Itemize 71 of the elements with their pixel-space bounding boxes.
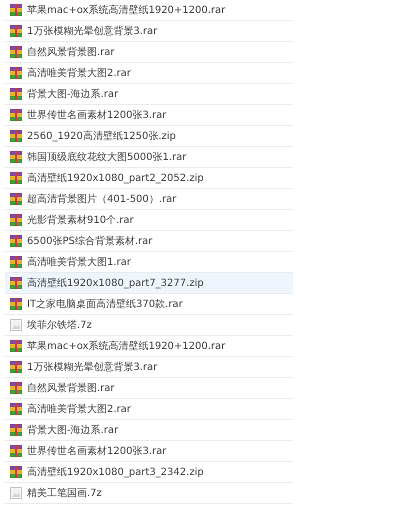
archive-icon (10, 424, 22, 436)
archive-icon (10, 277, 22, 289)
file-row[interactable]: 世界传世名画素材1200张3.rar (5, 441, 293, 462)
file-row[interactable]: 背景大图-海边系.rar (5, 420, 293, 441)
file-name: 韩国顶级底纹花纹大图5000张1.rar (27, 150, 186, 164)
file-row[interactable]: 自然风景背景图.rar (5, 378, 293, 399)
archive-icon (10, 256, 22, 268)
archive-icon (10, 151, 22, 163)
file-row[interactable]: 高清唯美背景大图2.rar (5, 399, 293, 420)
file-row[interactable]: 2560_1920高清壁纸1250张.zip (5, 126, 293, 147)
file-name: 光影背景素材910个.rar (27, 214, 134, 227)
file-row[interactable]: 自然风景背景图.rar (5, 42, 293, 63)
archive-icon (10, 361, 22, 373)
file-name: 高清壁纸1920x1080_part7_3277.zip (27, 276, 204, 290)
archive-icon (10, 235, 22, 247)
archive-icon (10, 46, 22, 58)
archive-icon (10, 67, 22, 79)
file-row[interactable]: 1万张模糊光晕创意背景3.rar (5, 357, 293, 378)
file-name: 背景大图-海边系.rar (27, 424, 118, 437)
archive-icon (10, 109, 22, 121)
file-row[interactable]: 背景大图-海边系.rar (5, 84, 293, 105)
file-row[interactable]: 埃菲尔铁塔.7z (5, 315, 293, 336)
file-name: 背景大图-海边系.rar (27, 88, 118, 101)
file-name: 6500张PS综合背景素材.rar (27, 234, 152, 248)
file-name: 高清唯美背景大图2.rar (27, 66, 131, 80)
archive-icon (10, 88, 22, 100)
file-row[interactable]: 精美工笔国画.7z (5, 483, 293, 504)
file-icon (10, 319, 22, 331)
file-name: 世界传世名画素材1200张3.rar (27, 108, 166, 122)
file-name: 自然风景背景图.rar (27, 382, 115, 395)
file-icon (10, 487, 22, 499)
file-name: 精美工笔国画.7z (27, 486, 102, 500)
file-name: 高清唯美背景大图2.rar (27, 402, 131, 416)
file-row[interactable]: 6500张PS综合背景素材.rar (5, 231, 293, 252)
archive-icon (10, 193, 22, 205)
file-name: 1万张模糊光晕创意背景3.rar (27, 360, 158, 374)
archive-icon (10, 466, 22, 478)
archive-icon (10, 298, 22, 310)
file-row[interactable]: 超高清背景图片（401-500）.rar (5, 189, 293, 210)
archive-icon (10, 4, 22, 16)
file-row[interactable]: 光影背景素材910个.rar (5, 210, 293, 231)
file-name: IT之家电脑桌面高清壁纸370款.rar (27, 298, 183, 311)
file-row[interactable]: 高清壁纸1920x1080_part3_2342.zip (5, 462, 293, 483)
file-name: 高清壁纸1920x1080_part2_2052.zip (27, 172, 204, 185)
archive-icon (10, 382, 22, 394)
file-row[interactable]: 高清壁纸1920x1080_part7_3277.zip (5, 273, 293, 294)
file-row[interactable]: IT之家电脑桌面高清壁纸370款.rar (5, 294, 293, 315)
file-row[interactable]: 韩国顶级底纹花纹大图5000张1.rar (5, 147, 293, 168)
file-row[interactable]: 苹果mac+ox系统高清壁纸1920+1200.rar (5, 0, 293, 21)
file-name: 高清壁纸1920x1080_part3_2342.zip (27, 466, 204, 479)
file-row[interactable]: 高清壁纸1920x1080_part2_2052.zip (5, 168, 293, 189)
file-name: 1万张模糊光晕创意背景3.rar (27, 24, 158, 38)
archive-icon (10, 172, 22, 184)
file-name: 苹果mac+ox系统高清壁纸1920+1200.rar (27, 340, 226, 353)
file-name: 高清唯美背景大图1.rar (27, 256, 131, 269)
file-row[interactable]: 1万张模糊光晕创意背景3.rar (5, 21, 293, 42)
archive-icon (10, 445, 22, 457)
file-name: 超高清背景图片（401-500）.rar (27, 192, 176, 206)
archive-icon (10, 130, 22, 142)
archive-icon (10, 403, 22, 415)
archive-icon (10, 214, 22, 226)
file-name: 苹果mac+ox系统高清壁纸1920+1200.rar (27, 4, 226, 17)
file-name: 埃菲尔铁塔.7z (27, 318, 92, 332)
file-row[interactable]: 高清唯美背景大图2.rar (5, 63, 293, 84)
file-row[interactable]: 世界传世名画素材1200张3.rar (5, 105, 293, 126)
archive-icon (10, 25, 22, 37)
file-name: 世界传世名画素材1200张3.rar (27, 444, 166, 458)
file-name: 2560_1920高清壁纸1250张.zip (27, 130, 176, 143)
archive-icon (10, 340, 22, 352)
file-name: 自然风景背景图.rar (27, 46, 115, 59)
file-row[interactable]: 苹果mac+ox系统高清壁纸1920+1200.rar (5, 336, 293, 357)
